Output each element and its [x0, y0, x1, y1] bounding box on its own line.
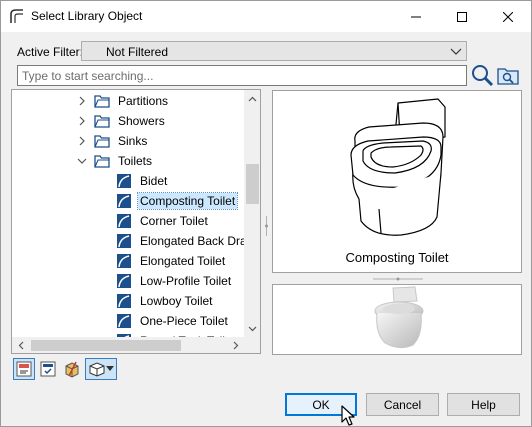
- maximize-icon: [457, 11, 467, 22]
- vertical-splitter-grip[interactable]: [265, 216, 268, 236]
- preview-caption: Composting Toilet: [345, 250, 449, 265]
- tree-item-label: Low-Profile Toilet: [140, 274, 232, 288]
- library-object-icon: [117, 274, 131, 288]
- tree-folder-partitions[interactable]: Partitions: [76, 91, 170, 111]
- chevron-right-icon[interactable]: [76, 95, 88, 107]
- plan-preview-panel: Composting Toilet: [272, 90, 522, 273]
- tree-folder-toilets[interactable]: Toilets: [76, 151, 154, 171]
- scroll-up-button[interactable]: [244, 90, 260, 107]
- close-icon: [503, 11, 513, 22]
- library-tree[interactable]: Partitions Showers Sinks Toilets Bidet C…: [11, 89, 261, 354]
- active-filter-label: Active Filter:: [17, 45, 84, 59]
- tree-vertical-scrollbar[interactable]: [244, 90, 260, 337]
- library-object-icon: [117, 234, 131, 248]
- scroll-right-button[interactable]: [227, 337, 244, 353]
- library-object-icon: [117, 174, 131, 188]
- tree-item-label: Composting Toilet: [136, 192, 239, 210]
- search-button[interactable]: [470, 63, 494, 87]
- cancel-button[interactable]: Cancel: [366, 393, 439, 416]
- library-check-button[interactable]: [37, 358, 59, 380]
- scroll-thumb[interactable]: [31, 340, 181, 351]
- chevron-left-icon: [18, 341, 23, 350]
- tree-object-composting-toilet[interactable]: Composting Toilet: [116, 191, 239, 211]
- library-check-icon: [40, 361, 56, 377]
- chevron-up-icon: [248, 96, 257, 101]
- tree-item-label: Partitions: [118, 94, 169, 108]
- library-object-icon: [117, 314, 131, 328]
- horizontal-splitter-grip[interactable]: [373, 277, 423, 281]
- composting-toilet-line-drawing: [350, 98, 446, 236]
- bottom-toolbar: [13, 358, 119, 384]
- tree-item-label: Elongated Back Drain: [140, 234, 257, 248]
- tree-item-label: Bidet: [140, 174, 168, 188]
- composting-toilet-3d-render: [374, 286, 424, 349]
- library-object-icon: [117, 194, 131, 208]
- tree-object-bidet[interactable]: Bidet: [116, 171, 169, 191]
- app-icon: [10, 9, 23, 23]
- scroll-down-button[interactable]: [244, 320, 260, 337]
- place-object-icon: [16, 361, 32, 377]
- tree-item-label: One-Piece Toilet: [140, 314, 228, 328]
- tree-object-elongated-back-drain[interactable]: Elongated Back Drain: [116, 231, 258, 251]
- chevron-down-icon: [248, 326, 257, 331]
- tree-object-one-piece-toilet[interactable]: One-Piece Toilet: [116, 311, 230, 331]
- chevron-down-icon[interactable]: [76, 155, 88, 167]
- active-filter-value: Not Filtered: [106, 45, 169, 59]
- tree-object-corner-toilet[interactable]: Corner Toilet: [116, 211, 210, 231]
- tree-item-label: Showers: [118, 114, 165, 128]
- maximize-button[interactable]: [439, 1, 485, 32]
- search-library-button[interactable]: [497, 65, 519, 85]
- scrollbar-corner: [244, 337, 260, 353]
- minimize-icon: [411, 16, 421, 17]
- tree-horizontal-scrollbar[interactable]: [12, 337, 244, 353]
- chevron-down-icon: [450, 48, 462, 55]
- material-icon: [65, 361, 79, 378]
- tree-item-label: Sinks: [118, 134, 148, 148]
- tree-folder-showers[interactable]: Showers: [76, 111, 167, 131]
- tree-item-label: Corner Toilet: [140, 214, 208, 228]
- material-button[interactable]: [61, 358, 83, 380]
- chevron-right-icon[interactable]: [76, 135, 88, 147]
- chevron-right-icon: [233, 341, 238, 350]
- tree-object-low-profile-toilet[interactable]: Low-Profile Toilet: [116, 271, 233, 291]
- view-options-icon: [89, 362, 105, 377]
- folder-icon: [94, 135, 110, 148]
- tree-object-elongated-toilet[interactable]: Elongated Toilet: [116, 251, 227, 271]
- scroll-left-button[interactable]: [12, 337, 29, 353]
- tree-item-label: Elongated Toilet: [140, 254, 226, 268]
- search-icon: [472, 65, 494, 87]
- chevron-right-icon[interactable]: [76, 115, 88, 127]
- view-options-dropdown[interactable]: [85, 358, 117, 380]
- minimize-button[interactable]: [393, 1, 439, 32]
- help-button[interactable]: Help: [447, 393, 520, 416]
- library-object-icon: [117, 214, 131, 228]
- active-filter-dropdown[interactable]: Not Filtered: [81, 41, 467, 61]
- tree-item-label: Toilets: [118, 154, 153, 168]
- tree-item-label: Lowboy Toilet: [140, 294, 213, 308]
- 3d-preview-panel: [272, 284, 522, 355]
- title-bar[interactable]: Select Library Object: [1, 1, 531, 32]
- folder-search-icon: [497, 68, 519, 85]
- library-object-icon: [117, 294, 131, 308]
- library-object-icon: [117, 254, 131, 268]
- tree-object-lowboy-toilet[interactable]: Lowboy Toilet: [116, 291, 215, 311]
- folder-icon: [94, 155, 110, 168]
- select-library-object-dialog: Select Library Object Active Filter: Not…: [0, 0, 532, 427]
- tree-folder-sinks[interactable]: Sinks: [76, 131, 149, 151]
- scroll-thumb[interactable]: [246, 164, 259, 204]
- mouse-cursor-icon: [341, 405, 355, 426]
- folder-icon: [94, 95, 110, 108]
- place-object-button[interactable]: [13, 358, 35, 380]
- window-title: Select Library Object: [31, 9, 143, 23]
- close-button[interactable]: [485, 1, 531, 32]
- dropdown-arrow-icon: [106, 366, 114, 371]
- folder-icon: [94, 115, 110, 128]
- search-input[interactable]: [17, 65, 467, 86]
